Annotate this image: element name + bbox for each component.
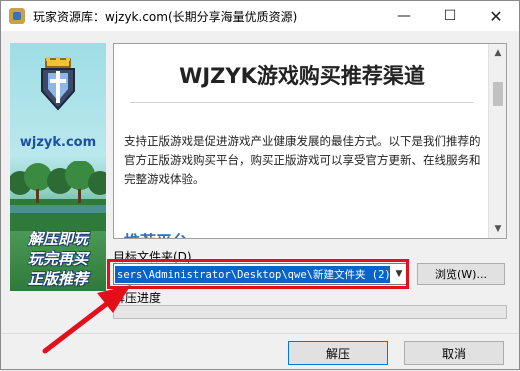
- cancel-button[interactable]: 取消: [404, 341, 504, 365]
- scroll-thumb[interactable]: [493, 82, 503, 106]
- crowned-shield-logo-icon: [41, 57, 75, 111]
- forest-illustration: [10, 161, 106, 231]
- extractor-window: 玩家资源库：wjzyk.com(长期分享海量优质资源) — ☐ ✕ wjzyk.…: [0, 0, 520, 370]
- banner-site-name: wjzyk.com: [19, 135, 97, 150]
- minimize-button[interactable]: —: [381, 1, 427, 31]
- footer-divider: [1, 333, 519, 334]
- annotation-highlight-box: [107, 259, 409, 289]
- slogan-line: 正版推荐: [27, 270, 88, 288]
- scroll-down-icon[interactable]: ▼: [489, 220, 506, 238]
- progress-label: 解压进度: [113, 291, 162, 305]
- extract-button[interactable]: 解压: [288, 341, 388, 365]
- info-scrollbar[interactable]: ▲ ▼: [488, 44, 506, 238]
- window-title: 玩家资源库：wjzyk.com(长期分享海量优质资源): [33, 9, 298, 24]
- slogan-line: 解压即玩: [27, 230, 88, 248]
- info-heading: WJZYK游戏购买推荐渠道: [179, 64, 425, 88]
- app-icon: [9, 8, 25, 24]
- browse-button[interactable]: 浏览(W)...: [417, 263, 505, 285]
- side-banner-image: wjzyk.com 解压即玩 玩完再买 正版推荐: [10, 43, 106, 291]
- scroll-up-icon[interactable]: ▲: [489, 44, 506, 62]
- slogan-line: 玩完再买: [27, 250, 88, 268]
- maximize-button[interactable]: ☐: [427, 1, 473, 31]
- title-bar[interactable]: 玩家资源库：wjzyk.com(长期分享海量优质资源) — ☐ ✕: [1, 1, 519, 31]
- banner-slogan: 解压即玩 玩完再买 正版推荐: [10, 229, 106, 289]
- info-paragraph: 支持正版游戏是促进游戏产业健康发展的最佳方式。以下是我们推荐的官方正版游戏购买平…: [124, 134, 481, 186]
- info-panel[interactable]: WJZYK游戏购买推荐渠道 支持正版游戏是促进游戏产业健康发展的最佳方式。以下是…: [113, 43, 507, 239]
- extract-progress-bar: [113, 305, 507, 319]
- close-button[interactable]: ✕: [473, 1, 519, 31]
- heading-divider: [130, 102, 474, 103]
- info-subheading: 推荐平台: [124, 228, 188, 238]
